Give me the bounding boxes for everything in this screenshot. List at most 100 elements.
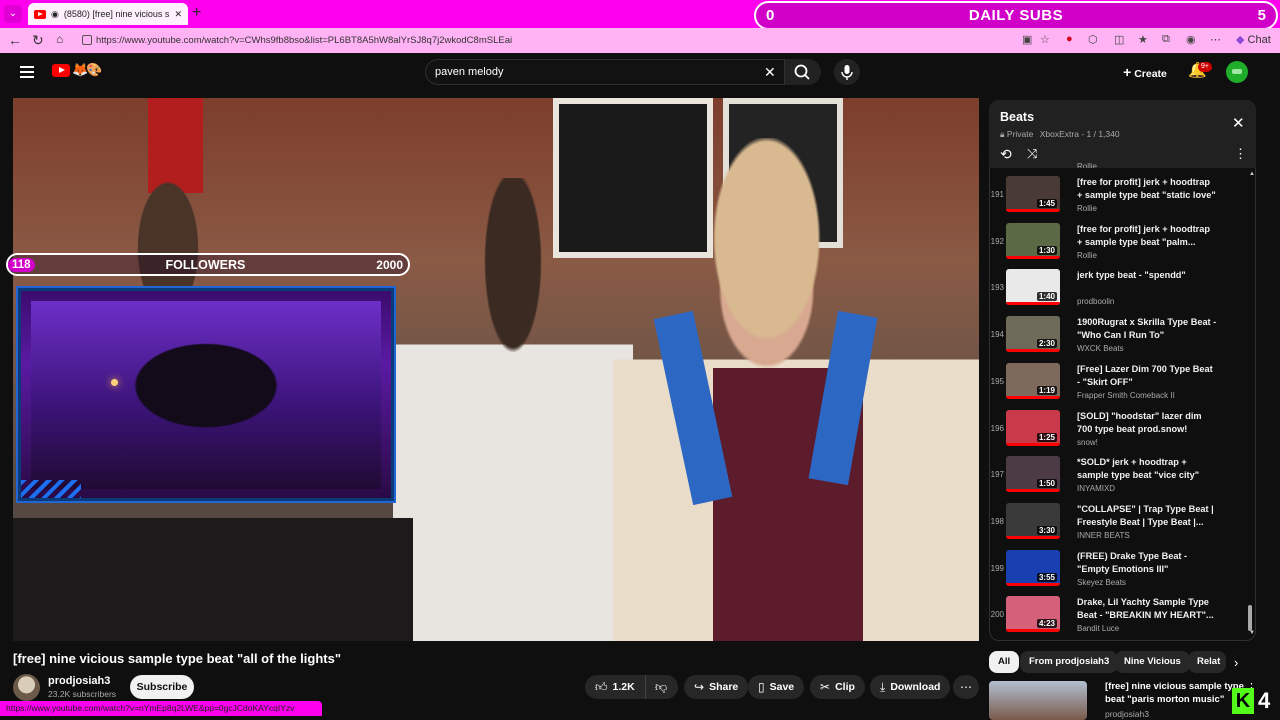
search-input[interactable]: paven melody	[425, 59, 785, 85]
app-icon[interactable]: ▣	[1022, 33, 1032, 46]
playlist-item[interactable]: 193 1:40 jerk type beat - "spendd" prodbool…	[989, 265, 1244, 312]
playlist-item-title[interactable]: [Free] Lazer Dim 700 Type Beat - "Skirt …	[1077, 363, 1217, 389]
download-button[interactable]: ⤓ Download	[870, 675, 951, 699]
more-icon[interactable]: ⋯	[1210, 33, 1221, 46]
clip-label: Clip	[835, 681, 855, 693]
playlist-item-channel: prodboolin	[1077, 297, 1115, 307]
url-field[interactable]: https://www.youtube.com/watch?v=CWhs9fb8…	[80, 31, 1230, 50]
create-button[interactable]: + Create	[1116, 60, 1174, 84]
browser-tab-active[interactable]: ◉ (8580) [free] nine vicious sample type…	[28, 3, 188, 25]
shuffle-icon[interactable]: ⤨	[1027, 146, 1037, 162]
playlist-item-title[interactable]: Drake, Lil Yachty Sample Type Beat - "BR…	[1077, 596, 1217, 622]
chip-all[interactable]: All	[989, 651, 1020, 673]
kick-logo-icon: K	[1232, 688, 1254, 714]
chips-next-icon[interactable]: ›	[1234, 655, 1238, 670]
chip-from-channel[interactable]: From prodjosiah3	[1020, 651, 1119, 673]
playlist-item-title[interactable]: (FREE) Drake Type Beat - "Empty Emotions…	[1077, 550, 1217, 576]
playlist-item-title[interactable]: "COLLAPSE" | Trap Type Beat | Freestyle …	[1077, 503, 1217, 529]
microphone-icon	[841, 65, 853, 80]
playlist-item-thumbnail[interactable]: 3:30	[1006, 502, 1060, 539]
playlist-item-thumbnail[interactable]: 3:55	[1006, 549, 1060, 586]
save-button[interactable]: ▯ Save	[748, 675, 805, 699]
copilot-chat-button[interactable]: ◆ Chat	[1236, 33, 1271, 46]
playlist-item-title[interactable]: [free for profit] jerk + hoodtrap + samp…	[1077, 176, 1217, 202]
split-screen-icon[interactable]: ◫	[1114, 33, 1124, 46]
playlist-item-index: 198	[990, 516, 1004, 526]
playlist-item[interactable]: 195 1:19 [Free] Lazer Dim 700 Type Beat - …	[989, 359, 1244, 406]
chip-related[interactable]: Relat	[1188, 651, 1226, 673]
scroll-up-icon[interactable]: ▲	[1249, 171, 1255, 177]
clear-search-icon[interactable]: ✕	[764, 64, 776, 81]
reload-icon[interactable]: ↻	[32, 32, 44, 49]
channel-avatar[interactable]	[13, 674, 40, 701]
doodle-logo[interactable]: 🦊🎨	[72, 62, 102, 78]
playlist-item[interactable]: 194 2:30 1900Rugrat x Skrilla Type Beat - …	[989, 312, 1244, 359]
share-button[interactable]: ↪ Share	[684, 675, 749, 699]
favorite-icon[interactable]: ☆	[1040, 33, 1050, 46]
playlist-item[interactable]: 192 1:30 [free for profit] jerk + hoodtrap…	[989, 219, 1244, 266]
playlist-menu-icon[interactable]: ⋮	[1234, 146, 1247, 162]
extension-icon[interactable]: ●	[1066, 33, 1073, 45]
video-title: [free] nine vicious sample type beat "al…	[13, 651, 342, 666]
playlist-item-index: 197	[990, 470, 1004, 480]
dislike-button[interactable]: 👎︎	[645, 675, 678, 699]
home-icon[interactable]: ⌂	[56, 32, 63, 46]
download-icon: ⤓	[880, 679, 886, 694]
playlist-item-index: 199	[990, 563, 1004, 573]
scroll-down-icon[interactable]: ▼	[1249, 630, 1255, 636]
extensions-icon[interactable]: ⬡	[1088, 33, 1098, 46]
playlist-item-thumbnail[interactable]: 1:50	[1006, 456, 1060, 493]
duration-badge: 1:30	[1036, 245, 1057, 255]
new-tab-icon[interactable]: +	[192, 4, 201, 22]
back-icon[interactable]: ←	[8, 32, 22, 48]
close-playlist-icon[interactable]: ✕	[1232, 114, 1245, 132]
recommended-title[interactable]: [free] nine vicious sample type beat "pa…	[1105, 680, 1245, 706]
playlist-scrollbar[interactable]	[1248, 605, 1252, 631]
bookmark-icon: ▯	[758, 680, 765, 694]
share-label: Share	[709, 681, 739, 693]
playlist-item-channel: snow!	[1077, 437, 1098, 447]
playlist-item-title[interactable]: jerk type beat - "spendd"	[1077, 269, 1217, 282]
watched-progress-bar	[1006, 209, 1060, 212]
playlist-item[interactable]: 198 3:30 "COLLAPSE" | Trap Type Beat | Fre…	[989, 499, 1244, 546]
channel-name[interactable]: prodjosiah3	[48, 675, 110, 687]
loop-icon[interactable]: ⟲	[1000, 146, 1012, 163]
playlist-item-thumbnail[interactable]: 1:45	[1006, 176, 1060, 212]
menu-icon[interactable]	[20, 66, 34, 78]
playlist-item-index: 194	[990, 330, 1004, 340]
playlist-item-thumbnail[interactable]: 1:25	[1006, 409, 1060, 446]
subscribe-button[interactable]: Subscribe	[130, 675, 194, 699]
playlist-item-thumbnail[interactable]: 2:30	[1006, 316, 1060, 353]
chip-nine-vicious[interactable]: Nine Vicious	[1115, 651, 1190, 673]
playlist-item-thumbnail[interactable]: 1:19	[1006, 362, 1060, 399]
playlist-item-title[interactable]: 1900Rugrat x Skrilla Type Beat - "Who Ca…	[1077, 316, 1217, 342]
profile-icon[interactable]: ◉	[1186, 33, 1196, 46]
like-button[interactable]: 👍︎ 1.2K	[585, 675, 645, 699]
clip-button[interactable]: ✂ Clip	[810, 675, 865, 699]
collections-icon[interactable]: ⧉	[1162, 33, 1170, 46]
more-actions-button[interactable]: ⋯	[953, 675, 979, 699]
playlist-item-thumbnail[interactable]: 1:30	[1006, 222, 1060, 259]
playlist-title[interactable]: Beats	[1000, 110, 1034, 124]
favorites-bar-icon[interactable]: ★	[1138, 33, 1148, 46]
playlist-item-title[interactable]: *SOLD* jerk + hoodtrap + sample type bea…	[1077, 456, 1217, 482]
playlist-owner-position: XboxExtra - 1 / 1,340	[1039, 129, 1120, 139]
playlist-item-title[interactable]: [free for profit] jerk + hoodtrap + samp…	[1077, 223, 1217, 249]
account-avatar[interactable]	[1226, 61, 1248, 83]
search-button[interactable]	[785, 59, 821, 85]
playlist-item[interactable]: 199 3:55 (FREE) Drake Type Beat - "Empty E…	[989, 546, 1244, 593]
voice-search-button[interactable]	[834, 59, 860, 85]
tab-close-icon[interactable]: ✕	[174, 9, 182, 20]
playlist-item-thumbnail[interactable]: 4:23	[1006, 596, 1060, 633]
youtube-logo-icon[interactable]	[52, 64, 70, 77]
recommended-thumbnail[interactable]	[989, 681, 1087, 720]
tab-list-chevron-icon[interactable]: ⌄	[4, 5, 22, 23]
watched-progress-bar	[1006, 255, 1060, 259]
playlist-item-thumbnail[interactable]: 1:40	[1006, 269, 1060, 306]
playlist-item-title[interactable]: [SOLD] "hoodstar" lazer dim 700 type bea…	[1077, 410, 1217, 436]
playlist-item[interactable]: 197 1:50 *SOLD* jerk + hoodtrap + sample t…	[989, 452, 1244, 499]
playlist-item[interactable]: 191 1:45 [free for profit] jerk + hoodtrap…	[989, 172, 1244, 219]
playlist-item[interactable]: 200 4:23 Drake, Lil Yachty Sample Type Bea…	[989, 592, 1244, 639]
kick-count: 4	[1258, 688, 1271, 713]
playlist-item[interactable]: 196 1:25 [SOLD] "hoodstar" lazer dim 700 t…	[989, 406, 1244, 453]
